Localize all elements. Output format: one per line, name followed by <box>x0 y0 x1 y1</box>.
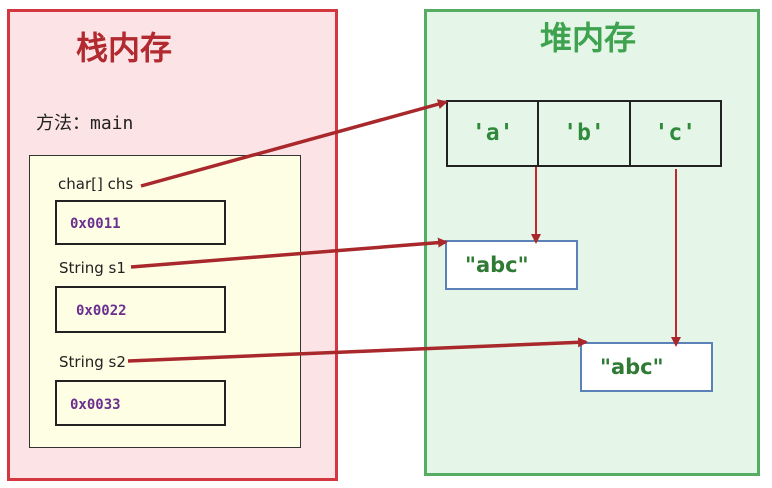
arrow-s1-to-string <box>130 237 448 269</box>
reference-arrows <box>127 99 681 363</box>
arrow-chs-to-char-array <box>140 99 448 188</box>
arrow-s2-to-string <box>127 337 588 363</box>
